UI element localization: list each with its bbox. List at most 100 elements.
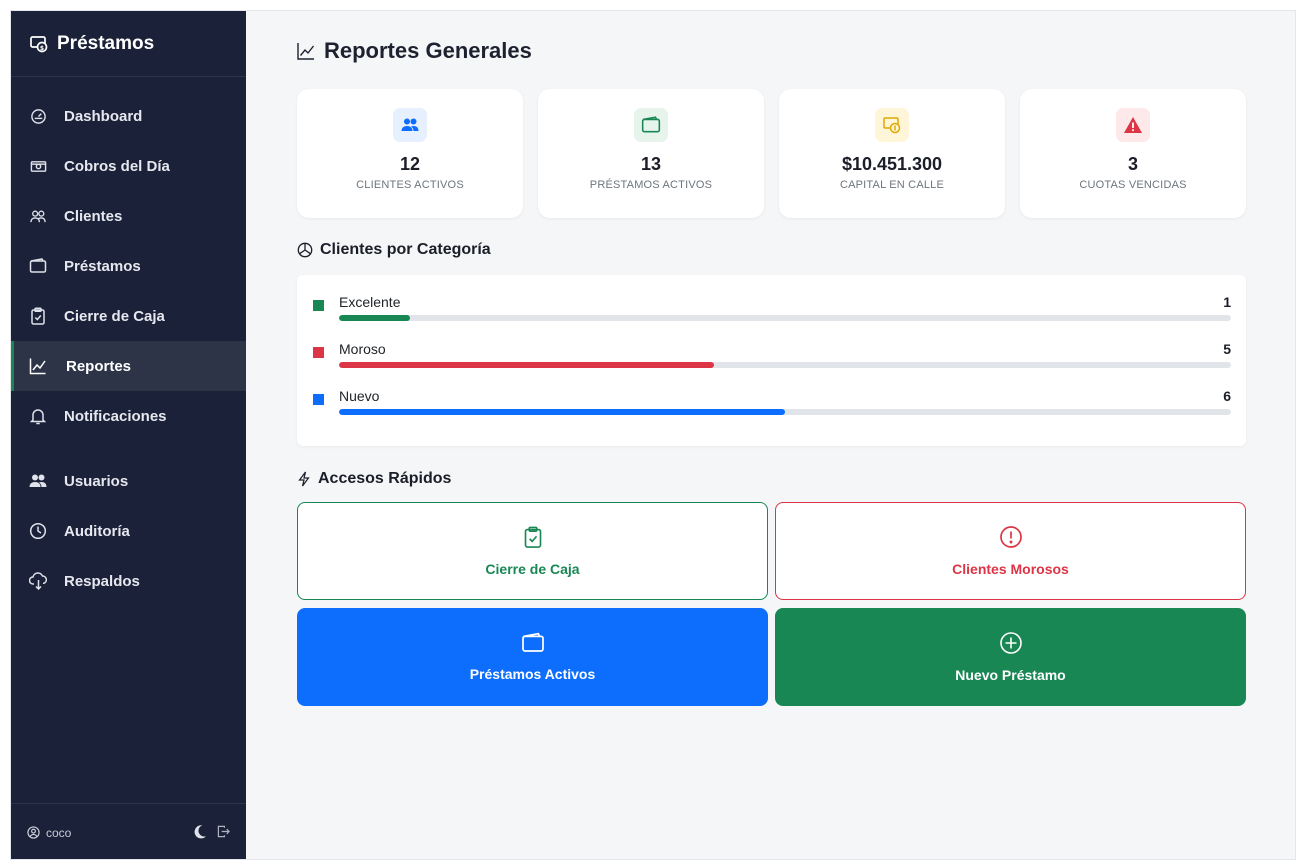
prestamos-activos-label: Préstamos Activos <box>469 666 596 682</box>
stat-icon-box <box>875 108 909 142</box>
sidebar-item-label: Clientes <box>64 207 123 225</box>
sidebar-item-label: Cierre de Caja <box>64 307 165 325</box>
category-count: 1 <box>1223 294 1231 310</box>
sidebar-item-label: Auditoría <box>64 522 130 540</box>
clientes-morosos-label: Clientes Morosos <box>952 561 1069 577</box>
cash-icon <box>28 156 48 176</box>
quick-access-title-text: Accesos Rápidos <box>318 470 452 487</box>
nuevo-prestamo-button[interactable]: Nuevo Préstamo <box>775 608 1246 706</box>
sidebar-item-label: Usuarios <box>64 472 129 490</box>
category-progress <box>339 362 1231 368</box>
cierre-caja-button[interactable]: Cierre de Caja <box>297 502 768 600</box>
sidebar-item-label: Préstamos <box>64 257 141 275</box>
clipboard-check-icon <box>523 525 543 549</box>
quick-access-title: Accesos Rápidos <box>297 470 451 488</box>
exclamation-circle-icon <box>999 525 1023 549</box>
stat-icon-box <box>634 108 668 142</box>
clientes-morosos-button[interactable]: Clientes Morosos <box>775 502 1246 600</box>
category-name: Nuevo <box>339 388 380 404</box>
pie-chart-icon <box>297 242 313 258</box>
categories-title-text: Clientes por Categoría <box>320 241 491 258</box>
sidebar-item-reportes[interactable]: Reportes <box>11 341 246 391</box>
stat-card-capital: $10.451.300 CAPITAL EN CALLE <box>779 89 1005 218</box>
stat-value: 3 <box>1127 154 1138 174</box>
sidebar-item-usuarios[interactable]: Usuarios <box>11 456 246 506</box>
sidebar-item-label: Respaldos <box>64 572 140 590</box>
category-progress-fill <box>339 409 785 415</box>
category-name: Excelente <box>339 294 401 310</box>
main-content: Reportes Generales 12 CLIENTES ACTIVOS 1… <box>246 11 1295 859</box>
stat-card-prestamos: 13 PRÉSTAMOS ACTIVOS <box>538 89 764 218</box>
sidebar-item-label: Reportes <box>66 357 132 375</box>
stat-card-vencidas: 3 CUOTAS VENCIDAS <box>1020 89 1246 218</box>
wallet-icon <box>28 256 48 276</box>
cloud-download-icon <box>28 571 48 591</box>
sidebar-item-dashboard[interactable]: Dashboard <box>11 91 246 141</box>
cash-coin-icon <box>883 117 901 134</box>
sidebar-item-notificaciones[interactable]: Notificaciones <box>11 391 246 441</box>
sidebar-item-label: Dashboard <box>64 107 143 125</box>
clipboard-check-icon <box>28 306 48 326</box>
sidebar-item-cobros[interactable]: Cobros del Día <box>11 141 246 191</box>
prestamos-activos-button[interactable]: Préstamos Activos <box>297 608 768 706</box>
sidebar-item-auditoria[interactable]: Auditoría <box>11 506 246 556</box>
sidebar-item-label: Cobros del Día <box>64 157 170 175</box>
graph-up-icon <box>28 356 48 376</box>
app-window: $ Préstamos Dashboard Cobros del Día Cli… <box>10 10 1296 860</box>
cierre-caja-label: Cierre de Caja <box>485 561 580 577</box>
category-swatch <box>313 300 324 311</box>
category-count: 5 <box>1223 341 1231 357</box>
category-count: 6 <box>1223 388 1231 404</box>
stat-card-clientes: 12 CLIENTES ACTIVOS <box>297 89 523 218</box>
wallet-icon <box>521 632 545 654</box>
stat-icon-box <box>1116 108 1150 142</box>
plus-circle-icon <box>999 631 1023 655</box>
page-title: Reportes Generales <box>296 38 532 64</box>
speedometer-icon <box>28 106 48 126</box>
bell-icon <box>28 406 48 426</box>
sidebar: $ Préstamos Dashboard Cobros del Día Cli… <box>11 11 246 859</box>
stat-label: PRÉSTAMOS ACTIVOS <box>589 179 713 191</box>
logout-button[interactable] <box>217 825 230 841</box>
brand-title: Préstamos <box>57 32 155 54</box>
clock-history-icon <box>28 521 48 541</box>
nav-divider <box>11 441 246 456</box>
warning-triangle-icon <box>1124 117 1142 133</box>
category-swatch <box>313 347 324 358</box>
sidebar-nav: Dashboard Cobros del Día Clientes Présta… <box>11 77 246 606</box>
stat-value: 12 <box>399 154 421 174</box>
nuevo-prestamo-label: Nuevo Préstamo <box>955 667 1066 683</box>
username: coco <box>46 825 72 840</box>
dark-mode-toggle[interactable] <box>192 824 207 842</box>
sidebar-item-cierre-caja[interactable]: Cierre de Caja <box>11 291 246 341</box>
footer-actions <box>192 824 230 842</box>
stats-row: 12 CLIENTES ACTIVOS 13 PRÉSTAMOS ACTIVOS… <box>297 89 1246 218</box>
lightning-icon <box>298 471 310 487</box>
people-fill-icon <box>401 118 419 131</box>
user-info: coco <box>27 826 192 840</box>
stat-label: CAPITAL EN CALLE <box>839 179 945 191</box>
stat-label: CUOTAS VENCIDAS <box>1079 179 1187 191</box>
cash-coin-icon: $ <box>30 35 48 52</box>
category-progress-fill <box>339 315 411 321</box>
page-title-text: Reportes Generales <box>324 38 532 63</box>
sidebar-item-prestamos[interactable]: Préstamos <box>11 241 246 291</box>
category-name: Moroso <box>339 341 386 357</box>
graph-up-icon <box>297 43 315 60</box>
brand[interactable]: $ Préstamos <box>11 11 246 77</box>
sidebar-item-label: Notificaciones <box>64 407 167 425</box>
wallet-icon <box>641 116 661 133</box>
stat-icon-box <box>393 108 427 142</box>
sidebar-item-respaldos[interactable]: Respaldos <box>11 556 246 606</box>
category-progress <box>339 315 1231 321</box>
category-progress <box>339 409 1231 415</box>
sidebar-item-clientes[interactable]: Clientes <box>11 191 246 241</box>
box-arrow-right-icon <box>217 825 230 837</box>
category-progress-fill <box>339 362 714 368</box>
moon-icon <box>194 824 207 838</box>
people-icon <box>28 206 48 226</box>
stat-label: CLIENTES ACTIVOS <box>356 179 464 191</box>
categories-card: Excelente 1 Moroso 5 Nuevo 6 <box>297 275 1246 446</box>
stat-value: $10.451.300 <box>841 154 943 174</box>
categories-title: Clientes por Categoría <box>297 241 491 259</box>
